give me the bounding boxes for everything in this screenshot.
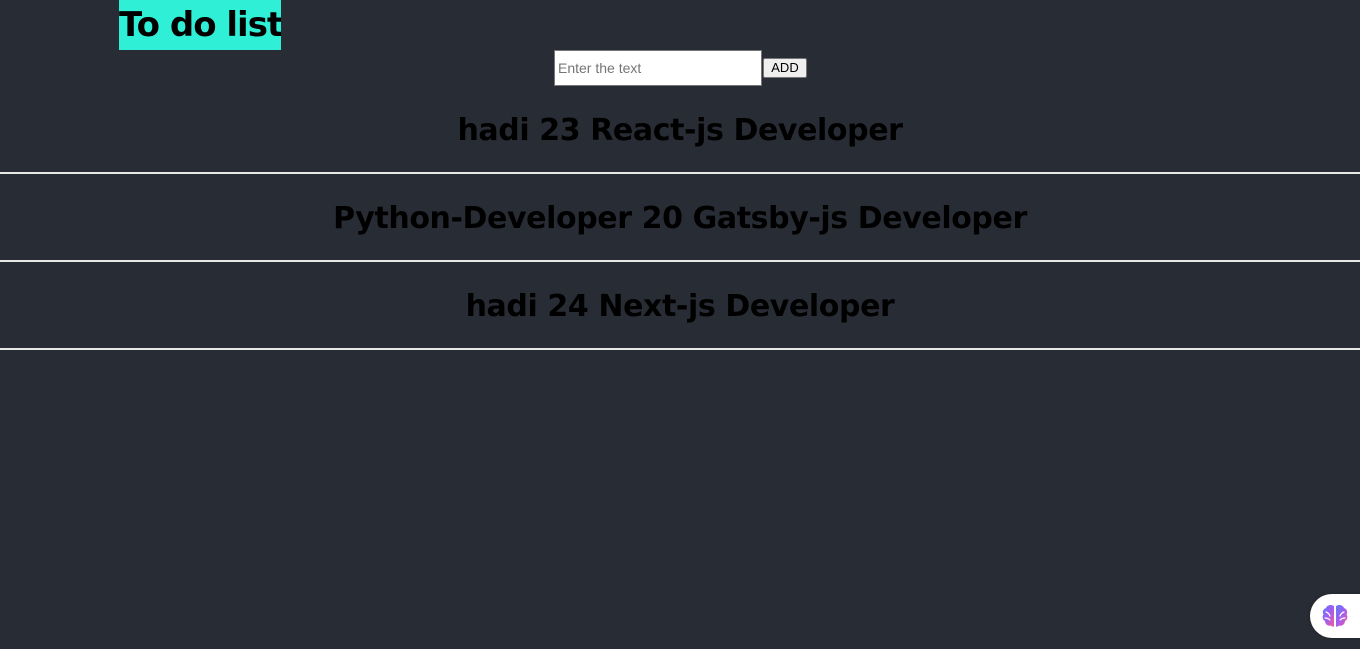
todo-text-input[interactable] (554, 50, 762, 86)
todo-item-text: hadi 23 React-js Developer (457, 112, 903, 148)
brain-icon (1322, 604, 1348, 627)
todo-item: hadi 24 Next-js Developer (0, 262, 1360, 350)
todo-item: Python-Developer 20 Gatsby-js Developer (0, 174, 1360, 262)
todo-list: hadi 23 React-js Developer Python-Develo… (0, 86, 1360, 350)
page-title: To do list (119, 0, 281, 50)
extension-widget-button[interactable] (1310, 594, 1360, 638)
todo-item: hadi 23 React-js Developer (0, 86, 1360, 174)
todo-entry-form: ADD (554, 50, 807, 86)
todo-item-text: Python-Developer 20 Gatsby-js Developer (333, 200, 1027, 236)
todo-item-text: hadi 24 Next-js Developer (465, 288, 895, 324)
add-button[interactable]: ADD (763, 58, 807, 78)
